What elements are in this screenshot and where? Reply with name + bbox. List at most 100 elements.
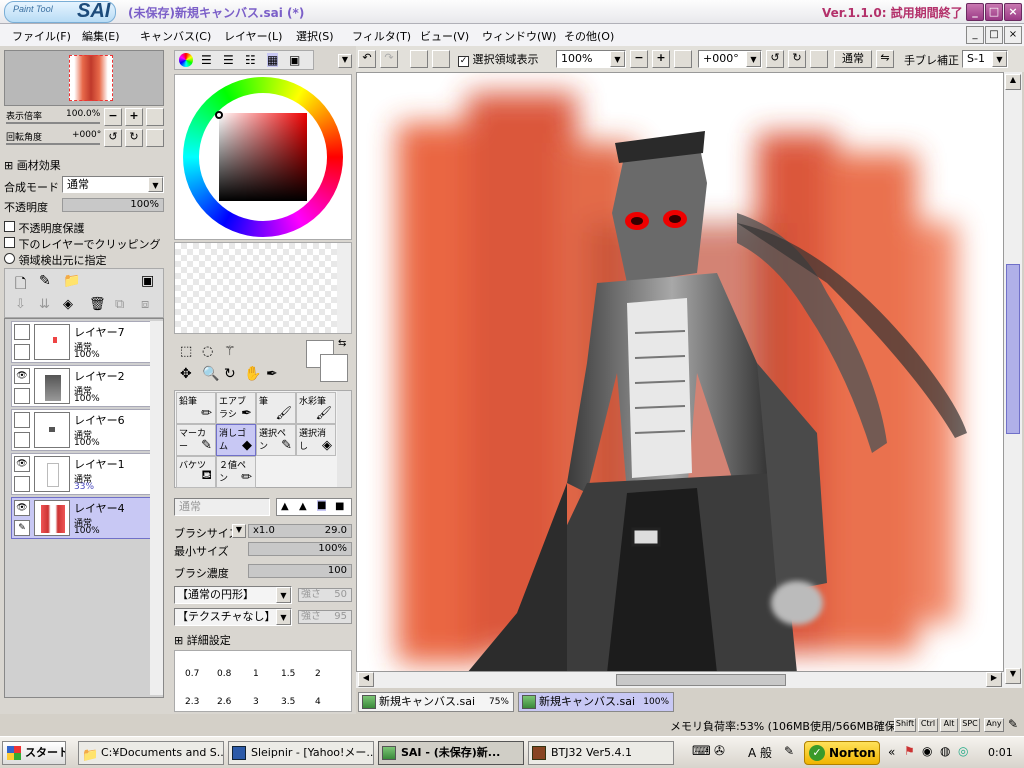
preset-size[interactable]: 2.3 <box>185 697 199 707</box>
tool-grid-scrollbar[interactable] <box>337 391 351 487</box>
tray-network-icon[interactable]: ⚑ <box>904 744 915 758</box>
menu-select[interactable]: 選択(S) <box>296 28 334 44</box>
tool-airbrush[interactable]: エアブラシ ✒ <box>216 392 256 424</box>
detection-source-radio[interactable] <box>4 253 15 264</box>
lock-toggle[interactable] <box>14 432 30 448</box>
tray-update-icon[interactable]: ◍ <box>940 744 950 758</box>
toolbar-zoom-in-button[interactable]: + <box>652 50 670 68</box>
show-selection-option[interactable]: ✓ 選択領域表示 <box>458 51 539 67</box>
preset-size[interactable]: 1.5 <box>281 669 295 679</box>
canvas-horizontal-scrollbar[interactable]: ◀ ▶ <box>356 672 1004 688</box>
rotate-tool-icon[interactable]: ↻ <box>224 366 236 382</box>
layer-list[interactable]: レイヤー7 通常 100% 👁 レイヤー2 通常 100% レイヤー6 通常 1… <box>4 318 164 698</box>
hand-icon[interactable]: ✋ <box>244 366 261 382</box>
clock[interactable]: 0:01 <box>988 746 1013 759</box>
menu-layer[interactable]: レイヤー(L) <box>224 28 282 44</box>
palette-tab-icon[interactable]: ▦ <box>267 53 279 67</box>
doc-minimize-button[interactable]: _ <box>966 26 984 44</box>
background-color[interactable] <box>320 354 348 382</box>
opacity-slider[interactable]: 100% <box>62 198 164 212</box>
brush-tip-soft-icon[interactable]: ▲ <box>281 501 289 512</box>
saturation-value-square[interactable] <box>219 113 307 201</box>
deselect-icon[interactable] <box>410 50 428 68</box>
brush-lock-icon[interactable]: ✎ <box>14 520 30 536</box>
tool-bucket[interactable]: バケツ ⛾ <box>176 456 216 488</box>
preset-size[interactable]: 3 <box>253 697 259 707</box>
brush-size-slider[interactable]: x1.0 29.0 <box>248 524 352 538</box>
eye-icon[interactable]: 👁 <box>14 500 30 516</box>
lock-toggle[interactable] <box>14 476 30 492</box>
swatch-scrollbar[interactable] <box>337 243 351 333</box>
brush-shape-select[interactable]: 【通常の円形】 ▼ <box>174 586 292 604</box>
maximize-button[interactable]: □ <box>985 3 1003 21</box>
toolbar-zoom-out-button[interactable]: − <box>630 50 648 68</box>
start-button[interactable]: スタート <box>2 741 66 765</box>
new-linework-icon[interactable]: ✎ <box>39 273 51 289</box>
texture-select[interactable]: 【テクスチャなし】 ▼ <box>174 608 292 626</box>
brush-tip-hard-icon[interactable]: ■ <box>317 500 327 511</box>
color-wheel-panel[interactable] <box>174 74 352 240</box>
clipping-option[interactable]: 下のレイヤーでクリッピング <box>4 236 161 252</box>
eyedropper-icon[interactable]: ✒ <box>266 366 278 382</box>
toolbar-zoom-select[interactable]: 100% ▼ <box>556 50 626 68</box>
lasso-icon[interactable]: ◌ <box>202 344 213 359</box>
shape-strength-slider[interactable]: 強さ 50 <box>298 588 352 602</box>
rotate-reset-button[interactable] <box>146 129 164 147</box>
flip-horizontal-icon[interactable]: ⇋ <box>876 50 894 68</box>
preset-size[interactable]: 1 <box>253 669 259 679</box>
keyboard-icon[interactable]: ⌨ <box>692 744 711 759</box>
scroll-right-icon[interactable]: ▶ <box>986 672 1002 687</box>
lock-toggle[interactable] <box>14 344 30 360</box>
stabilizer-select[interactable]: S-1 ▼ <box>962 50 1008 68</box>
merge-down-icon[interactable]: ⇊ <box>39 297 50 312</box>
scroll-down-icon[interactable]: ▼ <box>1005 668 1021 684</box>
layer-scrollbar[interactable] <box>150 321 163 695</box>
copy-layer-icon[interactable]: ⧉ <box>115 297 124 312</box>
zoom-slider[interactable] <box>6 122 100 124</box>
brush-tip-flat-icon[interactable]: ■ <box>335 501 344 512</box>
blend-mode-select[interactable]: 通常 ▼ <box>62 176 164 193</box>
layer-item[interactable]: 👁 レイヤー1 通常 33% <box>11 453 151 495</box>
taskbar-item-active[interactable]: SAI - (未保存)新... <box>378 741 524 765</box>
tray-security-icon[interactable]: ◉ <box>922 744 932 758</box>
layer-mask-icon[interactable]: ▣ <box>141 273 154 289</box>
zoom-reset-button[interactable] <box>146 108 164 126</box>
eye-icon[interactable]: 👁 <box>14 456 30 472</box>
canvas-tab-active[interactable]: 新規キャンバス.sai 100% <box>518 692 674 712</box>
rgb-slider-tab-icon[interactable]: ☰ <box>201 53 212 67</box>
preserve-opacity-option[interactable]: 不透明度保護 <box>4 220 85 236</box>
preset-size[interactable]: 2.6 <box>217 697 231 707</box>
zoom-value[interactable]: 100.0% <box>66 109 100 119</box>
transfer-down-icon[interactable]: ⇩ <box>15 297 26 312</box>
taskbar-item[interactable]: BTJ32 Ver5.4.1 <box>528 741 674 765</box>
texture-strength-slider[interactable]: 強さ 95 <box>298 610 352 624</box>
rotate-left-button[interactable]: ↺ <box>104 129 122 147</box>
tool-brush[interactable]: 筆 🖌 <box>256 392 296 424</box>
lock-toggle[interactable] <box>14 388 30 404</box>
move-icon[interactable]: ✥ <box>180 366 192 382</box>
menu-file[interactable]: ファイル(F) <box>12 28 71 44</box>
color-wheel-tab-icon[interactable] <box>179 53 193 67</box>
preset-size[interactable]: 0.8 <box>217 669 231 679</box>
zoom-tool-icon[interactable]: 🔍 <box>202 366 219 382</box>
toolbar-rotate-left-button[interactable]: ↺ <box>766 50 784 68</box>
preset-size[interactable]: 4 <box>315 697 321 707</box>
chevron-down-icon[interactable]: ▼ <box>232 524 246 538</box>
horizontal-scroll-thumb[interactable] <box>616 674 786 686</box>
vertical-scroll-thumb[interactable] <box>1006 264 1020 434</box>
show-selection-checkbox[interactable]: ✓ <box>458 56 469 67</box>
norton-button[interactable]: ✓ Norton <box>804 741 880 765</box>
tray-app-icon[interactable]: ◎ <box>958 744 968 758</box>
canvas-artwork[interactable] <box>357 73 1004 672</box>
merge-visible-icon[interactable]: ⧈ <box>141 297 149 312</box>
min-size-slider[interactable]: 100% <box>248 542 352 556</box>
zoom-out-button[interactable]: − <box>104 108 122 126</box>
eye-icon[interactable]: 👁 <box>14 368 30 384</box>
tool-watercolor[interactable]: 水彩筆 🖌 <box>296 392 336 424</box>
tool-eraser[interactable]: 消しゴム ◆ <box>216 424 256 456</box>
trash-icon[interactable]: 🗑 <box>89 297 106 312</box>
panel-menu-icon[interactable]: ▼ <box>338 54 352 68</box>
preset-size[interactable]: 3.5 <box>281 697 295 707</box>
ime-settings-icon[interactable]: ✎ <box>784 744 794 758</box>
preset-size[interactable]: 0.7 <box>185 669 199 679</box>
